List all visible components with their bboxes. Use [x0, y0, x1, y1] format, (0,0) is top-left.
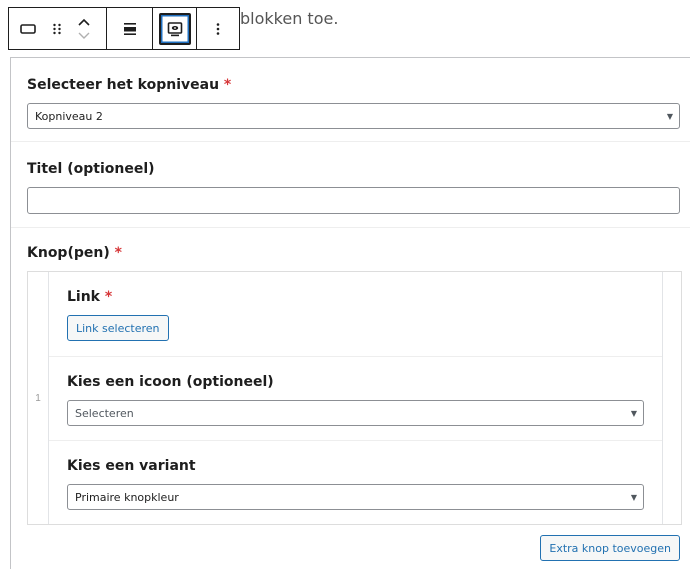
- link-label: Link *: [67, 289, 113, 305]
- block-fields-panel: Selecteer het kopniveau * Kopniveau 2 ▼ …: [10, 57, 690, 569]
- heading-level-select[interactable]: Kopniveau 2 ▼: [27, 103, 680, 129]
- icon-label: Kies een icoon (optioneel): [67, 374, 274, 390]
- add-extra-button[interactable]: Extra knop toevoegen: [540, 535, 680, 561]
- more-options-icon[interactable]: [206, 8, 230, 49]
- toolbar-group-align: [107, 8, 153, 49]
- heading-level-value: Kopniveau 2: [35, 109, 103, 123]
- title-input[interactable]: [27, 187, 680, 214]
- toolbar-group-preview: [153, 8, 197, 49]
- title-label: Titel (optioneel): [27, 161, 155, 177]
- move-down-icon[interactable]: [78, 29, 90, 43]
- repeater-row-index[interactable]: 1: [28, 272, 49, 524]
- icon-field: Kies een icoon (optioneel) Selecteren ▼: [49, 357, 662, 441]
- heading-level-section: Selecteer het kopniveau * Kopniveau 2 ▼: [11, 58, 690, 142]
- chevron-down-icon: ▼: [630, 408, 637, 418]
- link-field: Link * Link selecteren: [49, 272, 662, 357]
- variant-field: Kies een variant Primaire knopkleur ▼: [49, 441, 662, 524]
- buttons-repeater: 1 Link * Link selecteren Kies een icoon …: [27, 271, 682, 525]
- chevron-down-icon: ▼: [666, 111, 673, 121]
- move-up-icon[interactable]: [78, 15, 90, 29]
- repeater-row: Link * Link selecteren Kies een icoon (o…: [49, 272, 663, 524]
- variant-select-value: Primaire knopkleur: [75, 490, 179, 504]
- block-mover: [73, 8, 95, 49]
- icon-select[interactable]: Selecteren ▼: [67, 400, 644, 426]
- select-link-button[interactable]: Link selecteren: [67, 315, 169, 341]
- block-toolbar: [8, 7, 240, 50]
- variant-label: Kies een variant: [67, 458, 196, 474]
- toolbar-group-block: [9, 8, 107, 49]
- paragraph-placeholder-text: blokken toe.: [240, 9, 339, 28]
- title-section: Titel (optioneel): [11, 142, 690, 228]
- preview-icon[interactable]: [158, 12, 191, 45]
- variant-select[interactable]: Primaire knopkleur ▼: [67, 484, 644, 510]
- toolbar-group-more: [197, 8, 239, 49]
- buttons-label: Knop(pen) *: [27, 245, 122, 261]
- drag-handle-icon[interactable]: [44, 8, 70, 49]
- icon-select-placeholder: Selecteren: [75, 406, 134, 420]
- align-icon[interactable]: [118, 8, 142, 49]
- heading-level-label: Selecteer het kopniveau *: [27, 77, 232, 93]
- block-type-icon[interactable]: [15, 8, 41, 49]
- chevron-down-icon: ▼: [630, 492, 637, 502]
- buttons-section: Knop(pen) * 1 Link * Link selecteren Kie…: [11, 228, 690, 525]
